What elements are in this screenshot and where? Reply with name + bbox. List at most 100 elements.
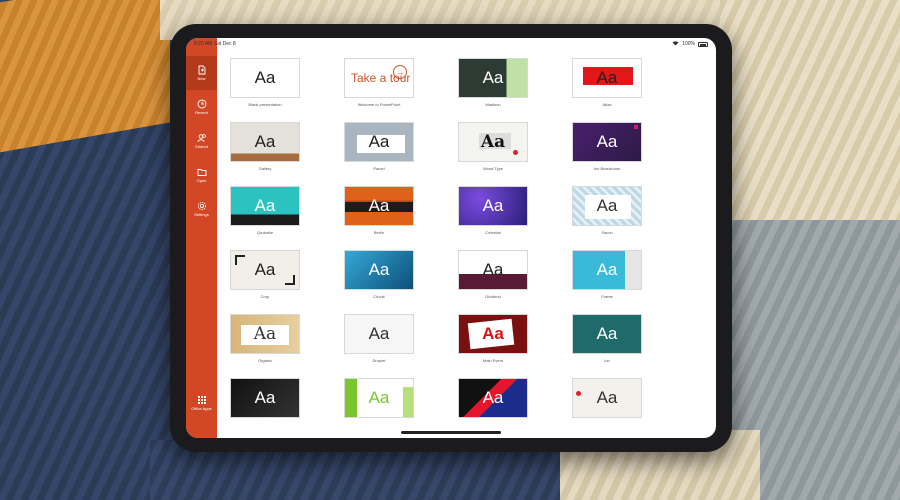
thumbnail-text: Aa bbox=[482, 260, 504, 279]
template-name: Ion Boardroom bbox=[593, 166, 621, 171]
battery-icon bbox=[698, 41, 708, 47]
office-apps-label: Office Apps bbox=[191, 406, 212, 411]
template-card-parcel[interactable]: Aa Parcel bbox=[344, 122, 414, 172]
template-card-ion-boardroom[interactable]: Aa Ion Boardroom bbox=[572, 122, 642, 172]
template-card-gallery[interactable]: Aa Gallery bbox=[230, 122, 300, 172]
template-card-circuit[interactable]: Aa Circuit bbox=[344, 250, 414, 300]
template-card-savon[interactable]: Aa Savon bbox=[572, 186, 642, 236]
sidebar-item-open[interactable]: Open bbox=[186, 158, 217, 192]
template-card-atlas[interactable]: Aa Atlas bbox=[572, 58, 642, 108]
ipad-device: 9:20 AM Sat Dec 8 100% New Recent Shared… bbox=[170, 24, 732, 452]
gear-icon bbox=[197, 201, 206, 211]
template-thumbnail: Aa bbox=[458, 250, 528, 290]
template-thumbnail: Aa bbox=[572, 250, 642, 290]
sidebar-item-shared[interactable]: Shared bbox=[186, 124, 217, 158]
template-card-dividend[interactable]: Aa Dividend bbox=[458, 250, 528, 300]
sidebar-item-new[interactable]: New bbox=[186, 56, 217, 90]
thumbnail-accent bbox=[576, 391, 581, 396]
new-document-icon bbox=[198, 65, 205, 75]
template-thumbnail: Aa bbox=[344, 314, 414, 354]
template-card-crop[interactable]: Aa Crop bbox=[230, 250, 300, 300]
template-name: Welcome to PowerPoint bbox=[357, 102, 401, 107]
thumbnail-accent bbox=[625, 251, 641, 289]
sidebar-item-label: Recent bbox=[195, 110, 208, 115]
template-card-quotable[interactable]: Aa Quotable bbox=[230, 186, 300, 236]
template-thumbnail: Aa bbox=[458, 122, 528, 162]
template-thumbnail: Aa bbox=[458, 186, 528, 226]
wifi-icon bbox=[672, 40, 679, 48]
sidebar-item-settings[interactable]: Settings bbox=[186, 192, 217, 226]
template-card-welcome[interactable]: Take a tour → Welcome to PowerPoint bbox=[344, 58, 414, 108]
thumbnail-text: Aa bbox=[596, 324, 618, 343]
thumbnail-text: Aa bbox=[596, 260, 618, 279]
template-thumbnail: Aa bbox=[230, 250, 300, 290]
thumbnail-text: Aa bbox=[254, 388, 276, 407]
sidebar-item-recent[interactable]: Recent bbox=[186, 90, 217, 124]
template-card[interactable]: Aa bbox=[230, 378, 300, 428]
status-left: 9:20 AM Sat Dec 8 bbox=[194, 41, 236, 47]
template-gallery: Aa Blank presentation Take a tour → Welco… bbox=[230, 58, 710, 428]
template-card-frame[interactable]: Aa Frame bbox=[572, 250, 642, 300]
status-time: 9:20 AM bbox=[194, 41, 213, 47]
template-card-blank[interactable]: Aa Blank presentation bbox=[230, 58, 300, 108]
template-card[interactable]: Aa bbox=[458, 378, 528, 428]
template-card-madison[interactable]: Aa Madison bbox=[458, 58, 528, 108]
template-card-celestial[interactable]: Aa Celestial bbox=[458, 186, 528, 236]
thumbnail-text: Aa bbox=[368, 260, 390, 279]
template-name: Frame bbox=[601, 294, 613, 299]
thumbnail-text: Aa bbox=[480, 132, 506, 152]
thumbnail-accent bbox=[345, 379, 357, 417]
template-card-wood-type[interactable]: Aa Wood Type bbox=[458, 122, 528, 172]
battery-percent: 100% bbox=[682, 41, 695, 47]
thumbnail-text: Aa bbox=[254, 196, 276, 215]
arrow-right-icon: → bbox=[393, 65, 407, 79]
template-name: Dividend bbox=[485, 294, 501, 299]
thumbnail-text: Aa bbox=[254, 132, 276, 151]
template-name: Madison bbox=[485, 102, 501, 107]
template-card-droplet[interactable]: Aa Droplet bbox=[344, 314, 414, 364]
thumbnail-accent bbox=[285, 275, 295, 285]
thumbnail-text: Aa bbox=[368, 196, 390, 215]
thumbnail-text: Aa bbox=[596, 388, 618, 407]
thumbnail-text: Aa bbox=[596, 132, 618, 151]
template-thumbnail: Aa bbox=[344, 122, 414, 162]
template-name: Parcel bbox=[373, 166, 385, 171]
office-apps-button[interactable]: Office Apps bbox=[186, 386, 217, 420]
thumbnail-text: Aa bbox=[482, 196, 504, 215]
template-card-organic[interactable]: Aa Organic bbox=[230, 314, 300, 364]
template-card[interactable]: Aa bbox=[572, 378, 642, 428]
template-name: Wood Type bbox=[482, 166, 504, 171]
thumbnail-text: Aa bbox=[253, 324, 277, 344]
template-name: Crop bbox=[260, 294, 270, 299]
template-name: Main Event bbox=[482, 358, 503, 363]
thumbnail-accent bbox=[403, 387, 413, 417]
template-thumbnail: Aa bbox=[230, 314, 300, 354]
sidebar-item-label: New bbox=[197, 76, 206, 81]
home-indicator[interactable] bbox=[401, 431, 501, 434]
template-thumbnail: Aa bbox=[344, 250, 414, 290]
template-thumbnail: Aa bbox=[344, 378, 414, 418]
folder-icon bbox=[197, 169, 206, 176]
clock-icon bbox=[197, 99, 206, 109]
template-card-berlin[interactable]: Aa Berlin bbox=[344, 186, 414, 236]
status-right: 100% bbox=[672, 40, 708, 48]
template-card[interactable]: Aa bbox=[344, 378, 414, 428]
status-bar: 9:20 AM Sat Dec 8 100% bbox=[186, 38, 716, 50]
thumbnail-accent bbox=[634, 125, 638, 129]
thumbnail-text: Aa bbox=[368, 132, 390, 151]
thumbnail-text: Aa bbox=[596, 196, 618, 215]
template-name: Savon bbox=[601, 230, 613, 235]
template-name: Berlin bbox=[373, 230, 385, 235]
thumbnail-text: Aa bbox=[254, 68, 276, 87]
template-thumbnail: Aa bbox=[344, 186, 414, 226]
status-date: Sat Dec 8 bbox=[213, 41, 236, 47]
thumbnail-text: Aa bbox=[482, 68, 504, 87]
template-thumbnail: Take a tour → bbox=[344, 58, 414, 98]
template-card-main-event[interactable]: Aa Main Event bbox=[458, 314, 528, 364]
template-thumbnail: Aa bbox=[458, 378, 528, 418]
sidebar-item-label: Settings bbox=[194, 212, 209, 217]
template-thumbnail: Aa bbox=[230, 58, 300, 98]
template-card-ion[interactable]: Aa Ion bbox=[572, 314, 642, 364]
thumbnail-text: Aa bbox=[482, 388, 504, 407]
thumbnail-accent bbox=[235, 255, 245, 265]
